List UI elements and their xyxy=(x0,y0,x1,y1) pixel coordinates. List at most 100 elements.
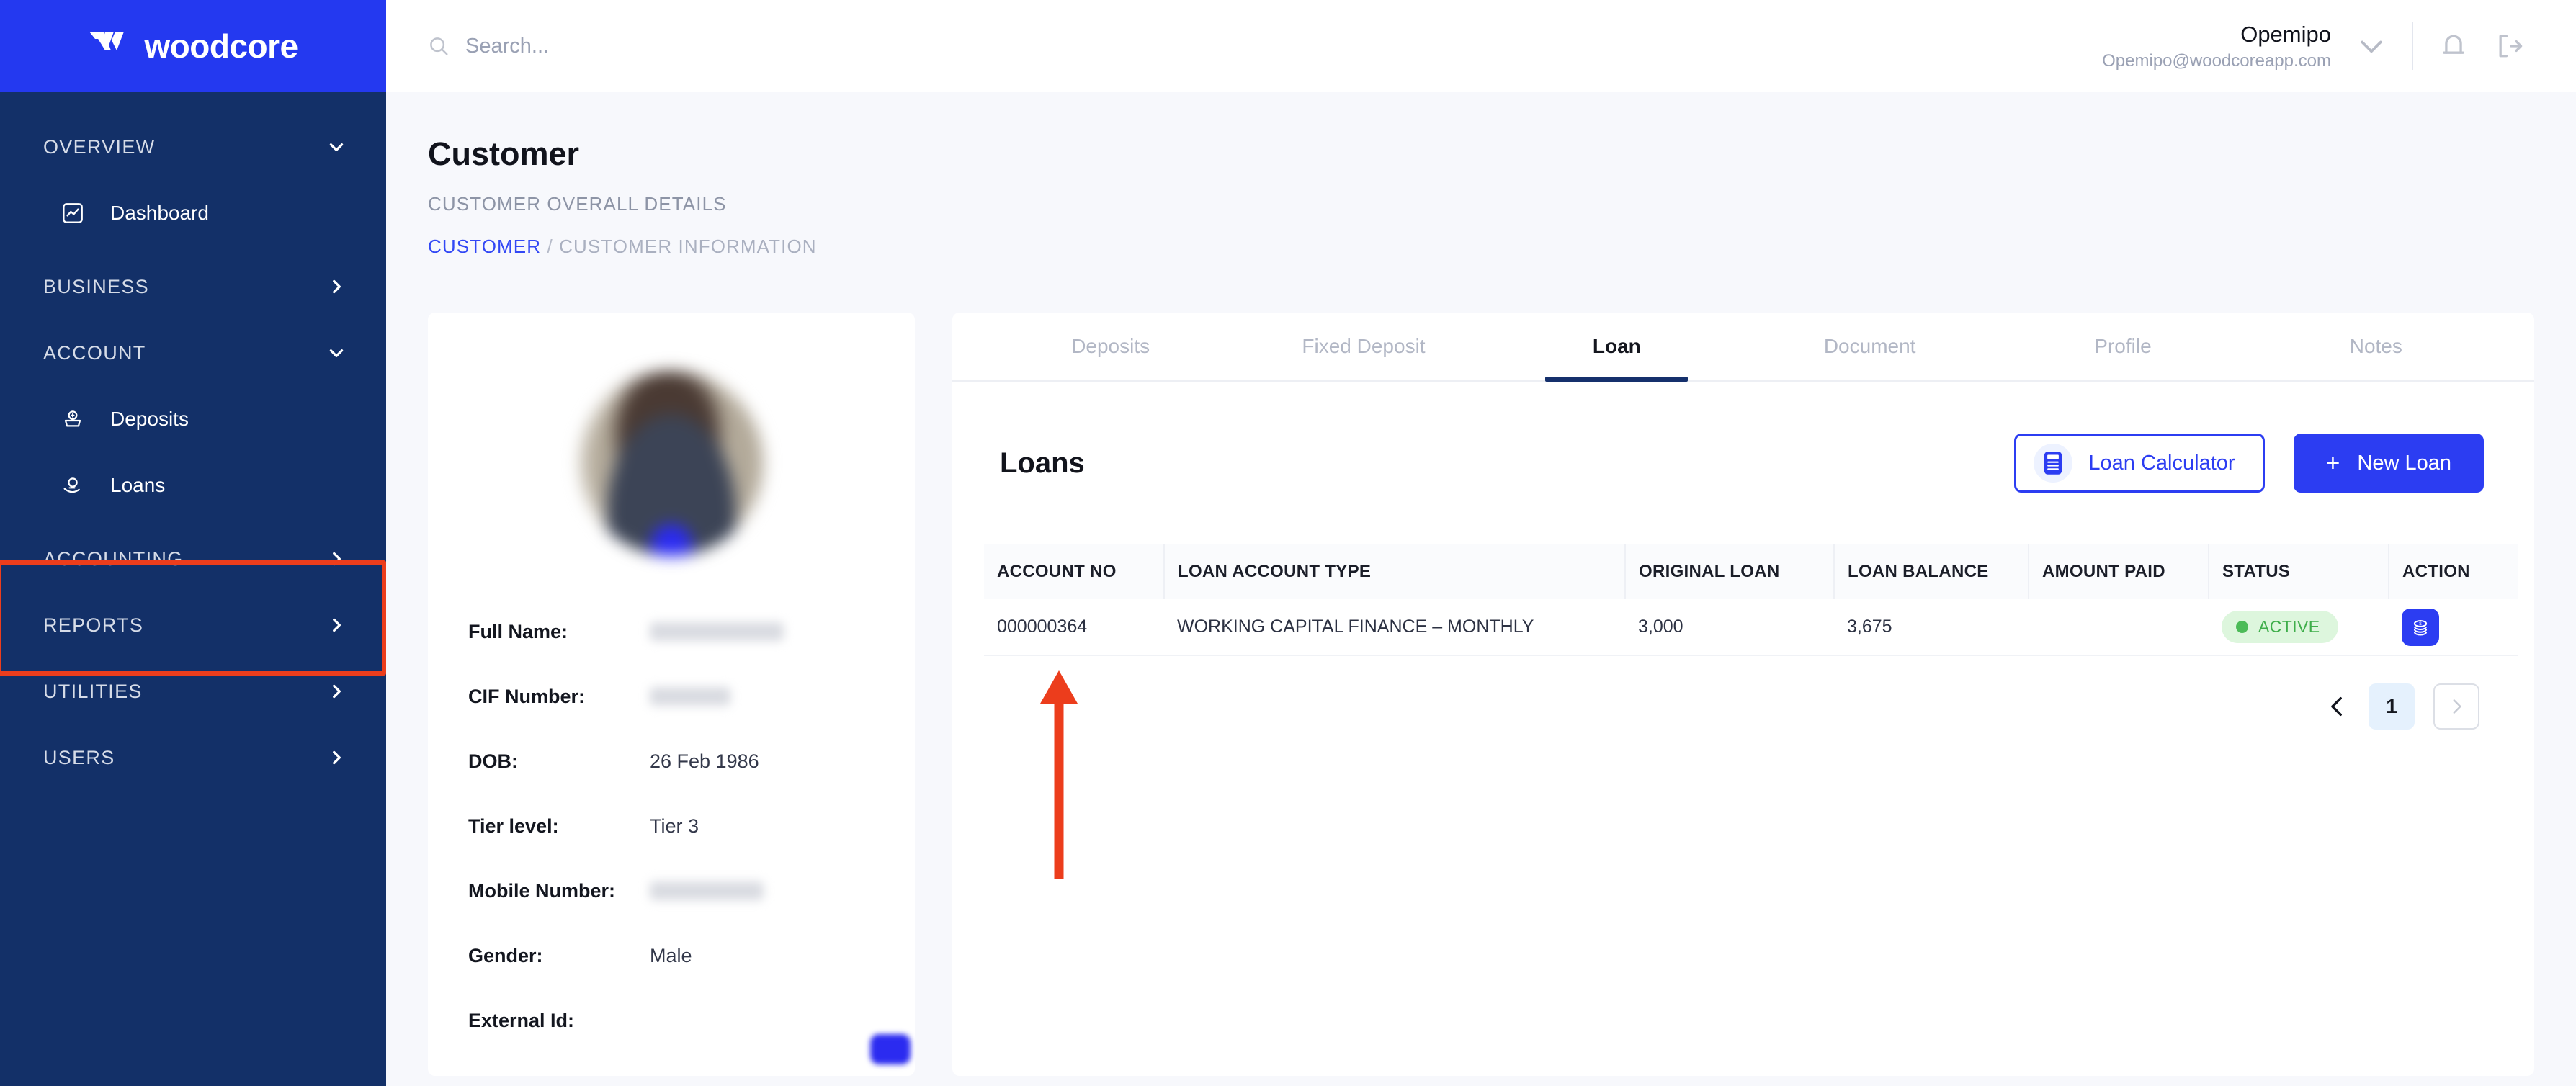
svg-text:$: $ xyxy=(2419,621,2422,627)
col-amount-paid: AMOUNT PAID xyxy=(2029,544,2209,599)
user-info: Opemipo Opemipo@woodcoreapp.com xyxy=(2102,19,2331,73)
new-loan-button[interactable]: + New Loan xyxy=(2293,434,2484,493)
detail-label: DOB: xyxy=(468,750,518,772)
detail-label: Tier level: xyxy=(468,814,559,837)
chevron-right-icon xyxy=(333,279,341,294)
page-title: Customer xyxy=(428,135,580,172)
cell-account-no: 000000364 xyxy=(997,616,1088,637)
cell-action: $ xyxy=(2389,599,2518,655)
detail-value: Tier 3 xyxy=(650,814,699,837)
detail-row: CIF Number: xyxy=(468,664,875,729)
chart-box-icon xyxy=(63,203,83,223)
page-subtitle: CUSTOMER OVERALL DETAILS xyxy=(428,193,727,215)
new-loan-label: New Loan xyxy=(2357,451,2451,475)
detail-value: 25 Apr 2024 xyxy=(650,1074,755,1077)
table-row[interactable]: 000000364 WORKING CAPITAL FINANCE – MONT… xyxy=(984,599,2518,655)
tab-notes[interactable]: Notes xyxy=(2250,313,2503,380)
redacted-value xyxy=(650,687,730,706)
loan-header: Loans Loan Calculator + New Loan xyxy=(952,382,2534,493)
search-icon xyxy=(430,37,448,55)
sidebar-section-overview[interactable]: OVERVIEW xyxy=(0,114,386,180)
detail-row: DOB: 26 Feb 1986 xyxy=(468,729,875,794)
sidebar-section-business[interactable]: BUSINESS xyxy=(0,253,386,320)
tab-profile[interactable]: Profile xyxy=(1996,313,2249,380)
customer-details-card: Full Name: CIF Number: DOB: 26 Feb 1986 … xyxy=(428,313,915,1076)
breadcrumb-current: CUSTOMER INFORMATION xyxy=(559,235,817,257)
cell-loan-account-type: WORKING CAPITAL FINANCE – MONTHLY xyxy=(1177,616,1534,637)
avatar-wrap xyxy=(468,370,911,1064)
status-label: ACTIVE xyxy=(2258,617,2320,636)
user-name: Opemipo xyxy=(2240,21,2331,47)
detail-row: Mobile Number: xyxy=(468,858,875,923)
cell-status: ACTIVE xyxy=(2209,599,2389,655)
calculator-icon xyxy=(2034,444,2073,483)
user-menu[interactable]: Opemipo Opemipo@woodcoreapp.com xyxy=(2102,19,2526,73)
breadcrumb-root[interactable]: CUSTOMER xyxy=(428,235,541,257)
loans-table-wrap: ACCOUNT NO LOAN ACCOUNT TYPE ORIGINAL LO… xyxy=(952,544,2534,656)
coins-icon: $ xyxy=(2413,619,2428,636)
chevron-down-icon xyxy=(329,349,344,357)
col-original-loan: ORIGINAL LOAN xyxy=(1625,544,1835,599)
sidebar-item-loans[interactable]: Loans xyxy=(0,452,386,519)
sidebar-section-label: UTILITIES xyxy=(43,680,143,702)
chevron-down-icon[interactable] xyxy=(2356,30,2387,62)
detail-row: Gender: Male xyxy=(468,923,875,988)
piggy-bank-icon xyxy=(64,410,81,427)
tab-fixed-deposit[interactable]: Fixed Deposit xyxy=(1237,313,1490,380)
main-area: Opemipo Opemipo@woodcoreapp.com Cu xyxy=(386,0,2576,1086)
col-loan-account-type: LOAN ACCOUNT TYPE xyxy=(1164,544,1626,599)
sidebar-item-label: Dashboard xyxy=(110,202,209,224)
next-page-button[interactable] xyxy=(2433,683,2479,730)
topbar-divider xyxy=(2412,22,2413,70)
pagination: 1 xyxy=(952,656,2534,730)
col-status: STATUS xyxy=(2209,544,2389,599)
loan-calculator-button[interactable]: Loan Calculator xyxy=(2014,434,2265,493)
page-number-1[interactable]: 1 xyxy=(2369,683,2415,730)
sidebar-section-label: USERS xyxy=(43,746,115,768)
search-input[interactable] xyxy=(465,34,840,58)
cell-loan-balance: 3,675 xyxy=(1847,616,1892,637)
sidebar-section-utilities[interactable]: UTILITIES xyxy=(0,658,386,724)
sidebar-section-account[interactable]: ACCOUNT xyxy=(0,320,386,386)
tab-document[interactable]: Document xyxy=(1743,313,1996,380)
detail-label: Full Name: xyxy=(468,620,568,642)
sidebar-section-accounting[interactable]: ACCOUNTING xyxy=(0,526,386,592)
sidebar-section-users[interactable]: USERS xyxy=(0,724,386,791)
logout-icon[interactable] xyxy=(2494,30,2526,62)
content-panels: Full Name: CIF Number: DOB: 26 Feb 1986 … xyxy=(386,285,2576,1076)
app-root: woodcore OVERVIEW Dashboard BUSINESS ACC… xyxy=(0,0,2576,1086)
tab-loan[interactable]: Loan xyxy=(1490,313,1743,380)
sidebar-item-deposits[interactable]: Deposits xyxy=(0,386,386,452)
loan-actions: Loan Calculator + New Loan xyxy=(2014,434,2484,493)
plus-icon: + xyxy=(2325,449,2340,477)
chevron-right-icon xyxy=(333,618,341,632)
table-header-row: ACCOUNT NO LOAN ACCOUNT TYPE ORIGINAL LO… xyxy=(984,544,2518,599)
sidebar-section-label: REPORTS xyxy=(43,614,144,636)
tab-bar: Deposits Fixed Deposit Loan Document Pro… xyxy=(952,313,2534,382)
avatar xyxy=(578,370,764,556)
cell-original-loan: 3,000 xyxy=(1638,616,1683,637)
tab-deposits[interactable]: Deposits xyxy=(984,313,1237,380)
chevron-right-icon xyxy=(333,684,341,699)
chevron-left-icon[interactable] xyxy=(2325,694,2350,719)
detail-label: Activation Date: xyxy=(468,1074,650,1077)
row-action-button[interactable]: $ xyxy=(2402,608,2439,646)
col-account-no: ACCOUNT NO xyxy=(984,544,1165,599)
sidebar-item-dashboard[interactable]: Dashboard xyxy=(0,180,386,246)
customer-detail-list: Full Name: CIF Number: DOB: 26 Feb 1986 … xyxy=(468,599,875,1076)
col-loan-balance: LOAN BALANCE xyxy=(1834,544,2029,599)
search-box[interactable] xyxy=(428,34,2102,58)
detail-value: Male xyxy=(650,944,692,966)
table-head: ACCOUNT NO LOAN ACCOUNT TYPE ORIGINAL LO… xyxy=(984,544,2518,599)
detail-label: Mobile Number: xyxy=(468,879,616,902)
sidebar-item-label: Loans xyxy=(110,474,166,496)
detail-label: External Id: xyxy=(468,1009,575,1031)
redacted-value xyxy=(650,622,784,641)
sidebar-section-reports[interactable]: REPORTS xyxy=(0,592,386,658)
brand-logo[interactable]: woodcore xyxy=(0,0,386,92)
col-action: ACTION xyxy=(2402,562,2470,581)
loans-title: Loans xyxy=(1000,446,1085,479)
bell-icon[interactable] xyxy=(2438,30,2469,62)
cell-amount-paid xyxy=(2029,599,2209,655)
avatar-badge xyxy=(870,1034,911,1064)
